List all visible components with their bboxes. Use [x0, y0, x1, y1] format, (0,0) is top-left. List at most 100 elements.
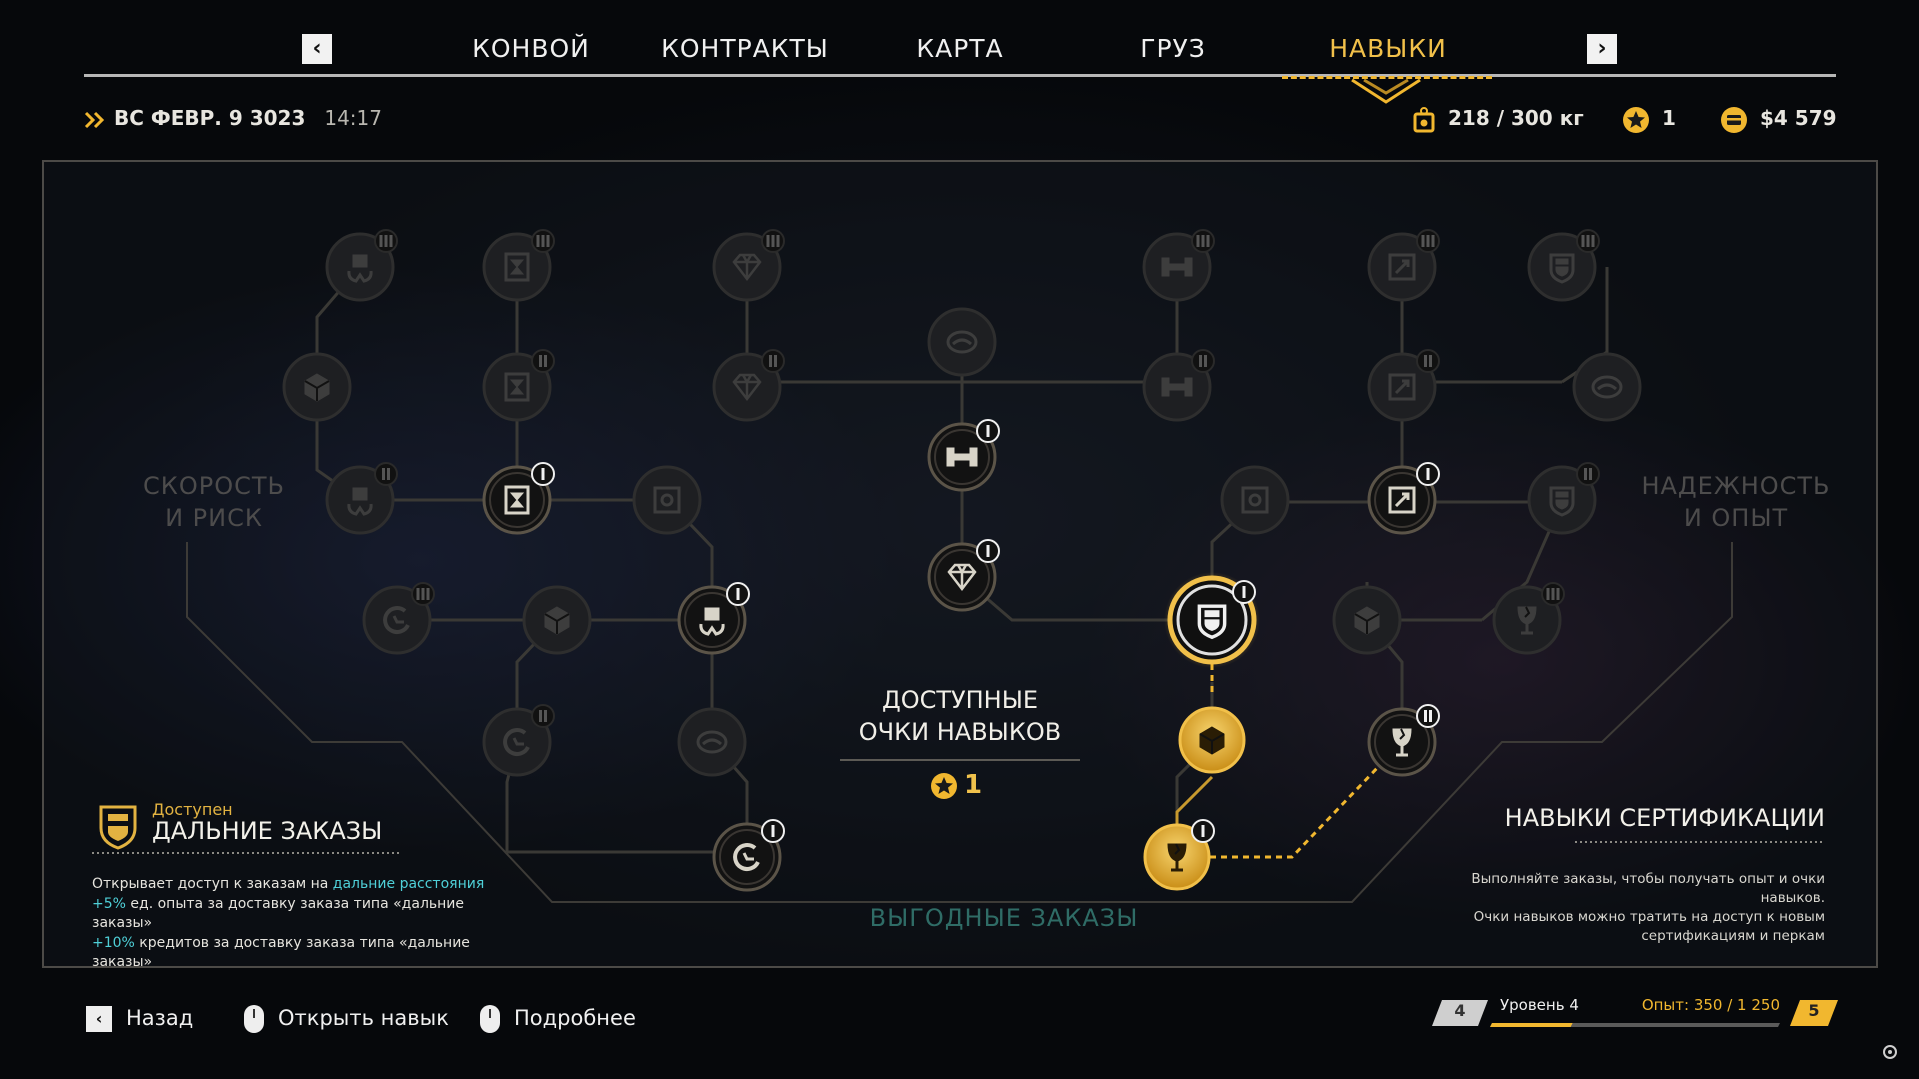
skill-node-fragile-icon[interactable]	[1492, 582, 1565, 655]
title-divider	[840, 759, 1080, 761]
level-badge	[1541, 582, 1565, 606]
level-badge	[531, 229, 555, 253]
game-date: ВС ФЕВР. 9 3023	[114, 106, 306, 130]
star-coin-icon	[1623, 106, 1649, 133]
tab-map[interactable]: КАРТА	[916, 34, 1003, 63]
cargo-value: 218 / 300 кг	[1448, 106, 1584, 130]
details-label: Подробнее	[514, 1006, 636, 1030]
desc-3-text: кредитов за доставку заказа типа «дальни…	[92, 934, 470, 971]
desc-line-3: +10% кредитов за доставку заказа типа «д…	[92, 934, 512, 973]
skill-node-vault-icon[interactable]	[632, 465, 702, 535]
skill-node-helmet-icon[interactable]	[1572, 352, 1642, 422]
level-badge	[1576, 462, 1600, 486]
level-badge	[531, 462, 555, 486]
skill-node-hands-box-icon[interactable]	[325, 462, 398, 535]
next-level: 5	[1808, 1001, 1820, 1020]
level-badge	[1191, 229, 1215, 253]
skill-node-dumbbell-icon[interactable]	[1142, 349, 1215, 422]
skill-node-box-icon[interactable]	[1332, 585, 1402, 655]
desc-line-1: Открывает доступ к заказам на дальние ра…	[92, 875, 512, 895]
desc-2-text: ед. опыта за доставку заказа типа «дальн…	[92, 895, 465, 932]
nav-divider	[84, 74, 1836, 77]
level-badge	[1416, 349, 1440, 373]
tab-cargo[interactable]: ГРУЗ	[1140, 34, 1206, 63]
level-badge	[411, 582, 435, 606]
level-badge	[976, 419, 1000, 443]
skill-node-fragile-icon[interactable]	[1367, 704, 1440, 777]
skill-name: ДАЛЬНИЕ ЗАКАЗЫ	[152, 817, 383, 845]
available-points-title: ДОСТУПНЫЕ ОЧКИ НАВЫКОВ	[858, 686, 1062, 746]
skill-node-hazard-crate-icon[interactable]	[482, 229, 555, 302]
next-tab-button[interactable]: ›	[1587, 34, 1617, 64]
chevron-left-icon: ‹	[86, 1006, 112, 1032]
skill-node-box-icon[interactable]	[1178, 706, 1246, 774]
skill-node-dumbbell-icon[interactable]	[1142, 229, 1215, 302]
settings-icon[interactable]	[1882, 1044, 1898, 1060]
level-badge	[1576, 229, 1600, 253]
skill-node-diamond-icon[interactable]	[712, 349, 785, 422]
desc-1-highlight: дальние расстояния	[332, 876, 485, 892]
desc-3-percent: +10%	[92, 934, 135, 951]
level-badge	[1191, 349, 1215, 373]
credits-icon	[1721, 106, 1747, 133]
skill-node-expand-icon[interactable]	[1367, 349, 1440, 422]
level-badge	[976, 539, 1000, 563]
skill-node-clock-speed-icon[interactable]	[482, 704, 555, 777]
open-skill-button[interactable]: Открыть навык	[244, 1000, 449, 1036]
skill-node-clock-speed-icon[interactable]	[362, 582, 435, 655]
skill-node-dumbbell-icon[interactable]	[927, 419, 1000, 492]
skill-node-expand-icon[interactable]	[1367, 229, 1440, 302]
skill-node-hands-box-icon[interactable]	[325, 229, 398, 302]
certification-info: НАВЫКИ СЕРТИФИКАЦИИ Выполняйте заказы, ч…	[1385, 804, 1825, 946]
level-progress: 4 Уровень 4 Опыт: 350 / 1 250 5	[1430, 996, 1840, 1030]
level-badge	[374, 229, 398, 253]
skill-node-hazard-crate-icon[interactable]	[482, 349, 555, 422]
prev-tab-button[interactable]: ‹	[302, 34, 332, 64]
star-coin-icon	[931, 772, 957, 799]
current-level: 4	[1454, 1001, 1466, 1020]
double-chevron-icon	[84, 111, 105, 128]
cargo-weight: 218 / 300 кг	[1412, 100, 1584, 136]
skill-node-box-icon[interactable]	[522, 585, 592, 655]
skill-node-shield-badge-icon[interactable]	[1527, 229, 1600, 302]
skill-node-shield-badge-icon[interactable]	[1527, 462, 1600, 535]
skill-node-helmet-icon[interactable]	[927, 307, 997, 377]
level-badge	[531, 349, 555, 373]
skill-node-expand-icon[interactable]	[1367, 462, 1440, 535]
skill-node-helmet-icon[interactable]	[677, 707, 747, 777]
level-badge	[374, 462, 398, 486]
mouse-left-icon	[244, 1005, 264, 1033]
level-badge	[761, 819, 785, 843]
game-time: 14:17	[324, 106, 382, 130]
desc-line-2: +5% ед. опыта за доставку заказа типа «д…	[92, 895, 512, 934]
shield-badge-icon	[99, 805, 137, 850]
skill-node-hands-box-icon[interactable]	[677, 582, 750, 655]
skill-node-hazard-crate-icon[interactable]	[482, 462, 555, 535]
branch-reliability-label: НАДЕЖНОСТЬ И ОПЫТ	[1641, 472, 1831, 532]
skill-description: Открывает доступ к заказам на дальние ра…	[92, 875, 512, 973]
available-points: 1	[930, 770, 982, 800]
level-badge	[1416, 704, 1440, 728]
skill-node-clock-speed-icon[interactable]	[712, 819, 785, 892]
skill-detail: Доступен ДАЛЬНИЕ ЗАКАЗЫ Открывает доступ…	[92, 800, 512, 973]
skill-node-diamond-icon[interactable]	[712, 229, 785, 302]
mouse-right-icon	[480, 1005, 500, 1033]
skill-node-vault-icon[interactable]	[1220, 465, 1290, 535]
available-points-value: 1	[964, 770, 983, 800]
tab-convoy[interactable]: КОНВОЙ	[472, 34, 590, 63]
skill-node-box-icon[interactable]	[282, 352, 352, 422]
skills-screen: ‹ КОНВОЙ КОНТРАКТЫ КАРТА ГРУЗ НАВЫКИ › В…	[0, 0, 1919, 1079]
back-label: Назад	[126, 1006, 194, 1030]
level-badge	[1416, 229, 1440, 253]
branch-profitable-label: ВЫГОДНЫЕ ЗАКАЗЫ	[869, 904, 1139, 932]
details-button[interactable]: Подробнее	[480, 1000, 636, 1036]
tab-skills[interactable]: НАВЫКИ	[1329, 34, 1447, 63]
open-skill-label: Открыть навык	[278, 1006, 449, 1030]
skill-node-shield-badge-icon[interactable]	[1164, 572, 1260, 668]
skill-node-fragile-icon[interactable]	[1143, 819, 1215, 891]
back-button[interactable]: ‹ Назад	[86, 1000, 193, 1036]
certification-description: Выполняйте заказы, чтобы получать опыт и…	[1471, 871, 1825, 944]
detail-divider	[92, 852, 402, 854]
cert-divider	[1575, 841, 1825, 843]
tab-contracts[interactable]: КОНТРАКТЫ	[661, 34, 829, 63]
